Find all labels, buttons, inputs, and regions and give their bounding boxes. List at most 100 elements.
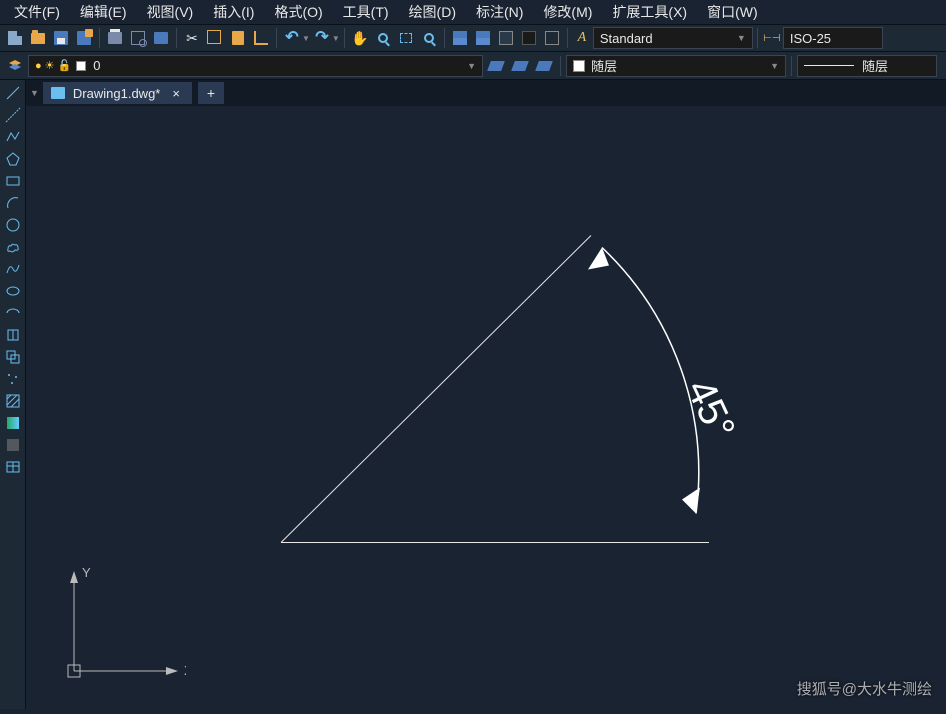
menu-insert[interactable]: 插入(I) (205, 0, 262, 24)
close-tab-button[interactable]: × (168, 86, 184, 101)
menu-format[interactable]: 格式(O) (266, 0, 330, 24)
layer-dropdown[interactable]: ● ☀ 🔓 0 ▼ (28, 55, 483, 77)
print-button[interactable] (104, 27, 126, 49)
document-icon (51, 87, 65, 99)
layer-freeze-icon: ☀ (45, 59, 55, 72)
menu-dimension[interactable]: 标注(N) (468, 0, 531, 24)
text-style-value: Standard (600, 31, 653, 46)
dim-style-dropdown[interactable]: ISO-25 (783, 27, 883, 49)
menu-express[interactable]: 扩展工具(X) (604, 0, 695, 24)
separator (176, 28, 177, 48)
ellipse-tool[interactable] (3, 282, 23, 300)
color-dropdown[interactable]: 随层 ▼ (566, 55, 786, 77)
tool-palette-button[interactable] (495, 27, 517, 49)
command-line-button[interactable] (518, 27, 540, 49)
hatch-tool[interactable] (3, 392, 23, 410)
insert-block-tool[interactable] (3, 326, 23, 344)
paste-button[interactable] (227, 27, 249, 49)
watermark: 搜狐号@大水牛测绘 (797, 678, 932, 699)
menu-tools[interactable]: 工具(T) (335, 0, 397, 24)
arrow-head (682, 488, 700, 514)
cut-button[interactable]: ✂ (181, 27, 203, 49)
undo-button[interactable]: ↶ (281, 27, 303, 49)
layer-previous-button[interactable] (485, 55, 507, 77)
arc-tool[interactable] (3, 194, 23, 212)
pan-button[interactable]: ✋ (349, 27, 371, 49)
menu-draw[interactable]: 绘图(D) (401, 0, 464, 24)
linetype-dropdown[interactable]: 随层 (797, 55, 937, 77)
undo-dropdown[interactable]: ▼ (302, 34, 310, 43)
tab-list-dropdown[interactable]: ▼ (30, 88, 39, 98)
separator (344, 28, 345, 48)
dim-style-value: ISO-25 (790, 31, 831, 46)
gradient-tool[interactable] (3, 414, 23, 432)
document-tab[interactable]: Drawing1.dwg* × (43, 82, 192, 104)
ucs-icon: Y X (56, 559, 186, 689)
layer-name: 0 (93, 58, 100, 73)
polygon-tool[interactable] (3, 150, 23, 168)
menu-modify[interactable]: 修改(M) (535, 0, 600, 24)
dim-style-icon[interactable]: ⊢⊣ (762, 28, 782, 48)
menu-edit[interactable]: 编辑(E) (72, 0, 135, 24)
clean-screen-button[interactable] (541, 27, 563, 49)
rectangle-tool[interactable] (3, 172, 23, 190)
redo-button[interactable]: ↷ (311, 27, 333, 49)
spline-tool[interactable] (3, 260, 23, 278)
separator (444, 28, 445, 48)
triangle-hypotenuse (281, 236, 591, 543)
new-button[interactable] (4, 27, 26, 49)
layer-manager-button[interactable] (4, 55, 26, 77)
menu-window[interactable]: 窗口(W) (699, 0, 766, 24)
layers-toolbar: ● ☀ 🔓 0 ▼ 随层 ▼ 随层 (0, 52, 946, 80)
region-tool[interactable] (3, 436, 23, 454)
redo-dropdown[interactable]: ▼ (332, 34, 340, 43)
design-center-button[interactable] (472, 27, 494, 49)
plot-button[interactable] (150, 27, 172, 49)
document-tabs: ▼ Drawing1.dwg* × + (26, 80, 946, 106)
text-style-dropdown[interactable]: Standard ▼ (593, 27, 753, 49)
separator (276, 28, 277, 48)
properties-palette-button[interactable] (449, 27, 471, 49)
circle-tool[interactable] (3, 216, 23, 234)
polyline-tool[interactable] (3, 128, 23, 146)
save-button[interactable] (50, 27, 72, 49)
layer-state-button[interactable] (509, 55, 531, 77)
zoom-window-button[interactable] (395, 27, 417, 49)
svg-text:Y: Y (82, 565, 91, 580)
layer-isolate-button[interactable] (533, 55, 555, 77)
construction-line-tool[interactable] (3, 106, 23, 124)
svg-text:X: X (184, 663, 186, 678)
point-tool[interactable] (3, 370, 23, 388)
layer-color-swatch (76, 61, 86, 71)
layer-lock-icon: 🔓 (58, 59, 72, 72)
new-tab-button[interactable]: + (198, 82, 224, 104)
drawing-area[interactable]: ▼ Drawing1.dwg* × + 45° (26, 80, 946, 709)
angle-dimension-text: 45° (678, 373, 743, 446)
zoom-previous-button[interactable] (418, 27, 440, 49)
print-preview-button[interactable] (127, 27, 149, 49)
linetype-sample (804, 65, 854, 66)
draw-toolbar (0, 80, 26, 709)
match-properties-button[interactable] (250, 27, 272, 49)
open-button[interactable] (27, 27, 49, 49)
linetype-value: 随层 (862, 56, 888, 75)
separator (791, 56, 792, 76)
standard-toolbar: ✂ ↶ ▼ ↷ ▼ ✋ A Standard ▼ ⊢⊣ ISO-25 (0, 24, 946, 52)
chevron-down-icon: ▼ (770, 61, 779, 71)
drawing-canvas[interactable]: 45° Y X 搜狐号@大水牛测绘 (26, 106, 946, 709)
separator (757, 28, 758, 48)
zoom-realtime-button[interactable] (372, 27, 394, 49)
menu-bar: 文件(F) 编辑(E) 视图(V) 插入(I) 格式(O) 工具(T) 绘图(D… (0, 0, 946, 24)
color-swatch (573, 60, 585, 72)
line-tool[interactable] (3, 84, 23, 102)
ellipse-arc-tool[interactable] (3, 304, 23, 322)
color-value: 随层 (591, 56, 617, 75)
saveas-button[interactable] (73, 27, 95, 49)
make-block-tool[interactable] (3, 348, 23, 366)
copy-button[interactable] (204, 27, 226, 49)
menu-view[interactable]: 视图(V) (139, 0, 202, 24)
revision-cloud-tool[interactable] (3, 238, 23, 256)
table-tool[interactable] (3, 458, 23, 476)
text-style-icon[interactable]: A (572, 28, 592, 48)
menu-file[interactable]: 文件(F) (6, 0, 68, 24)
